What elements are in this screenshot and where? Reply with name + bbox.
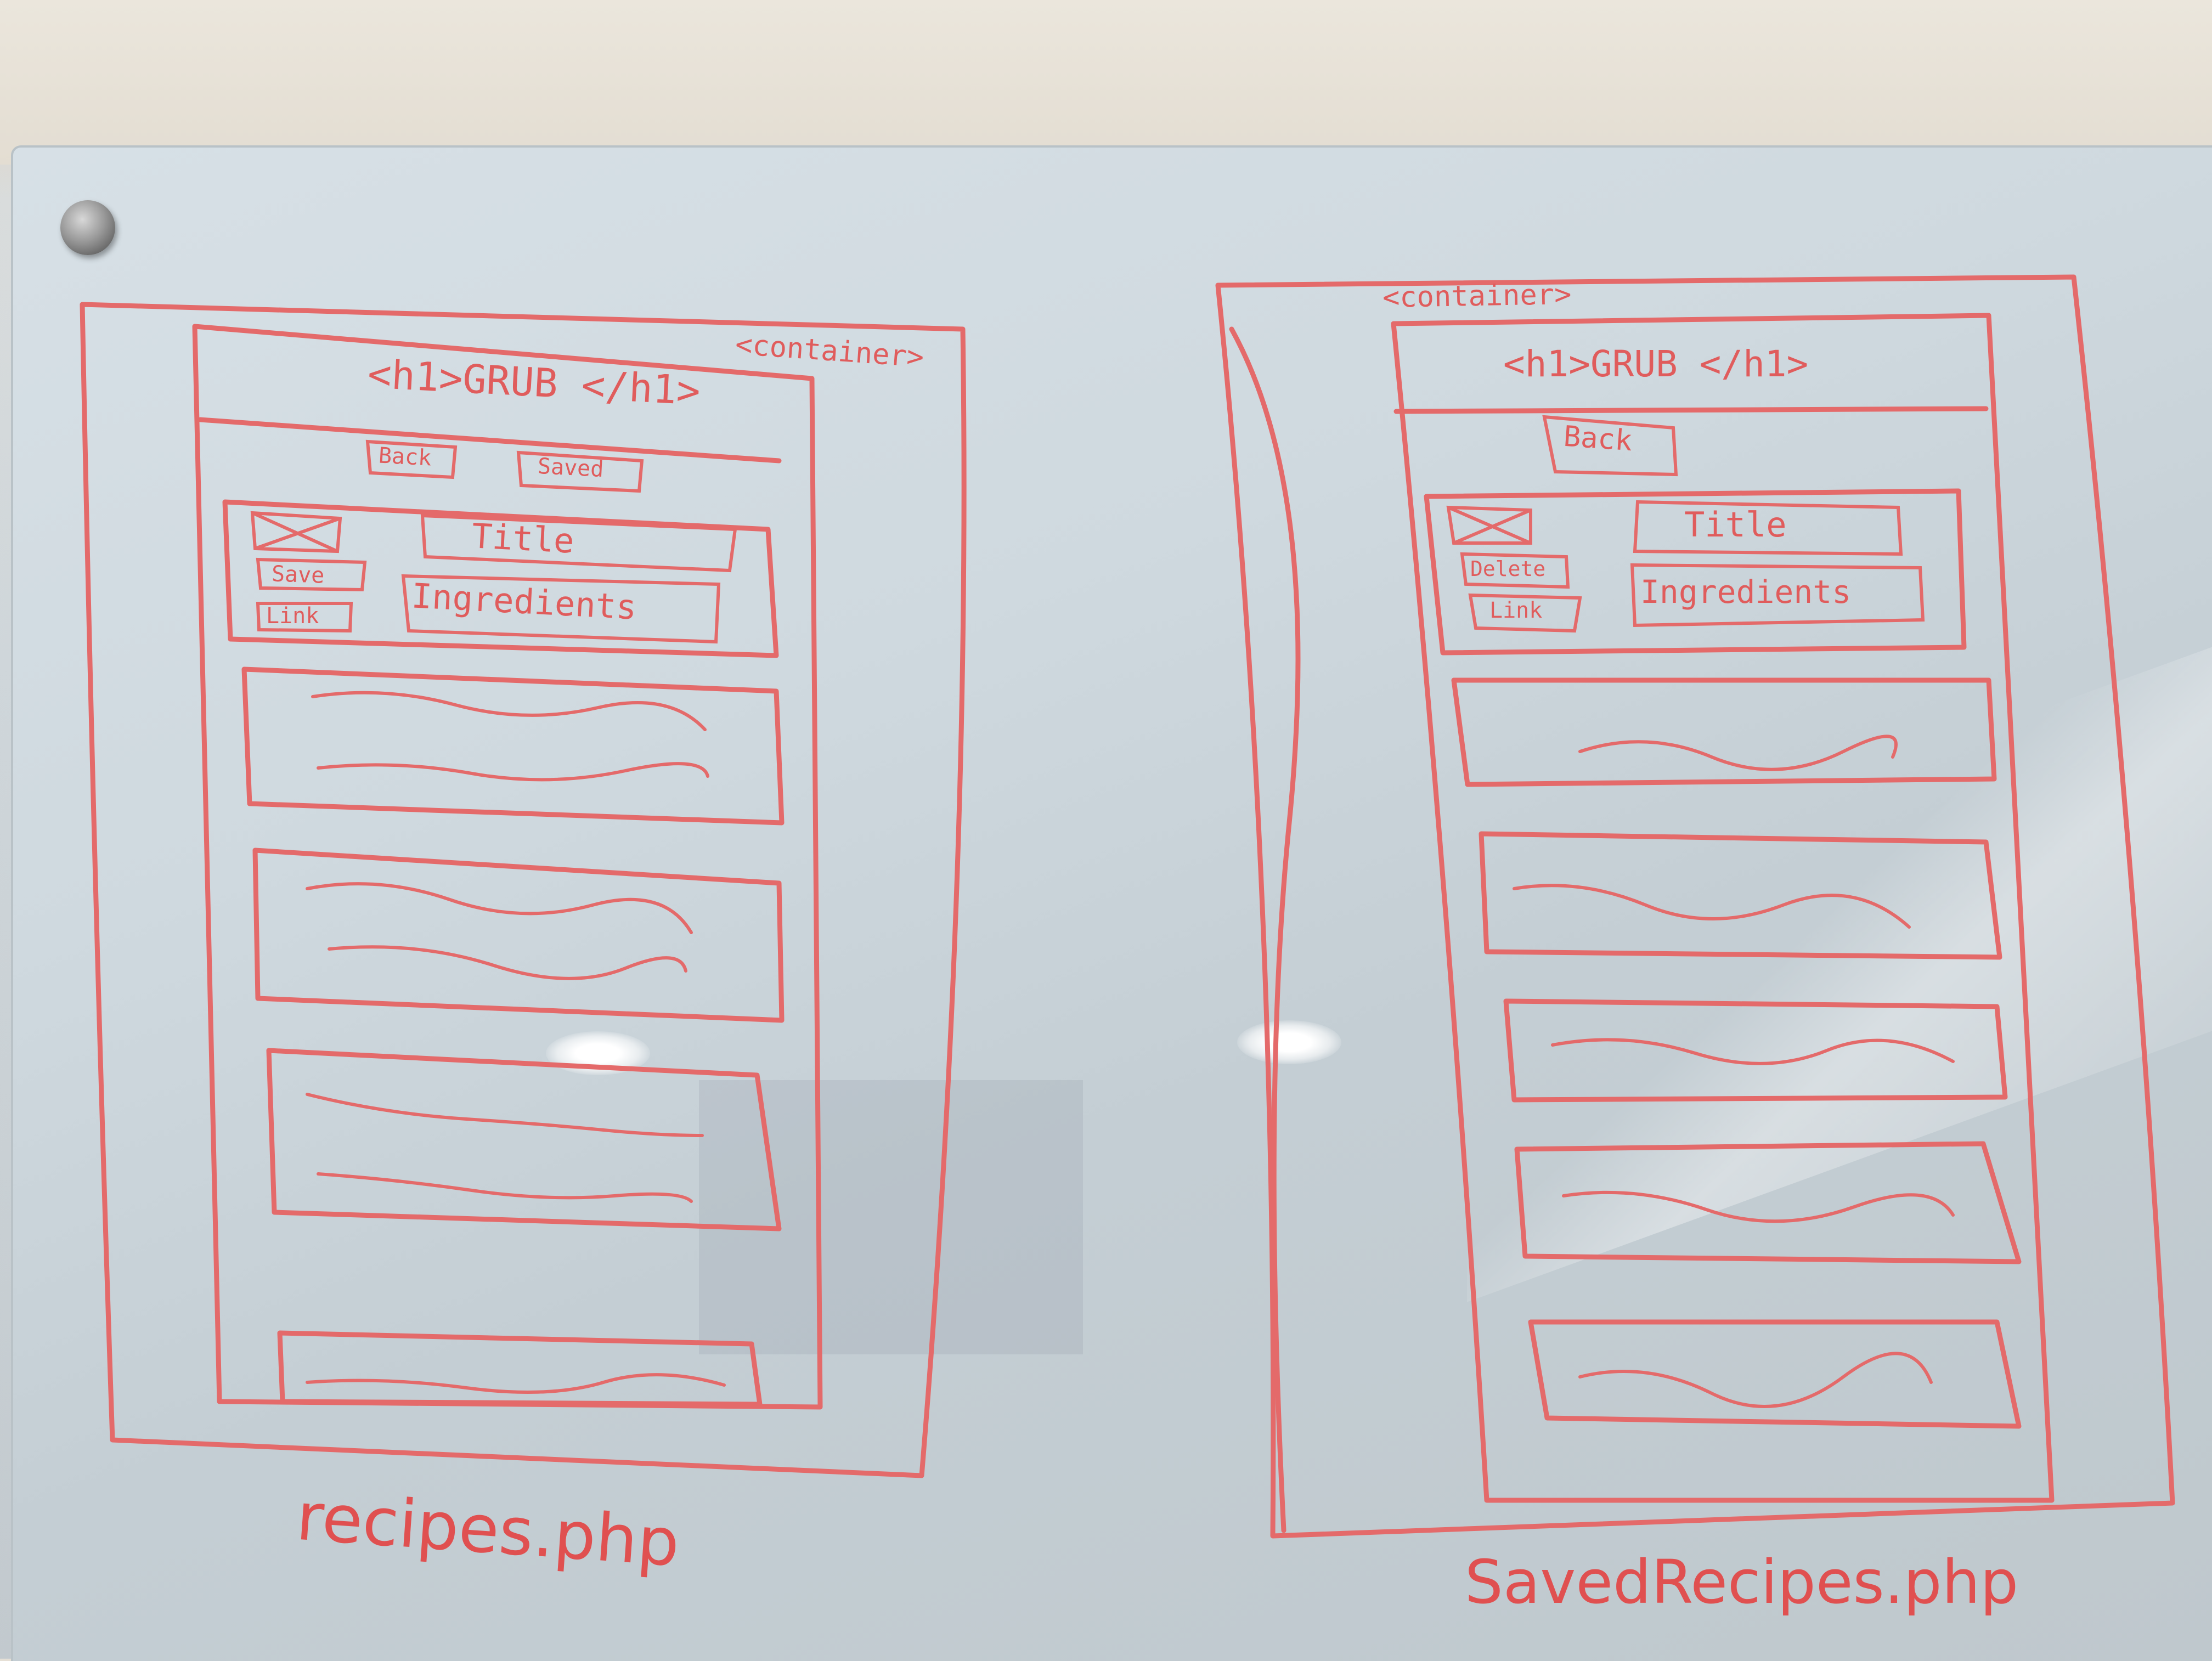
right-heading: <h1>GRUB </h1> xyxy=(1503,343,1809,385)
right-back-button: Back xyxy=(1562,420,1634,458)
left-title-field: Title xyxy=(471,516,575,561)
left-saved-button: Saved xyxy=(537,453,605,483)
right-title-field: Title xyxy=(1684,505,1787,545)
left-save-button: Save xyxy=(271,561,325,589)
right-delete-button: Delete xyxy=(1470,557,1546,581)
right-ingredients-field: Ingredients xyxy=(1640,573,1852,611)
right-page-caption: SavedRecipes.php xyxy=(1465,1547,2019,1617)
right-link-button: Link xyxy=(1489,598,1543,623)
right-wireframe-sketch xyxy=(1215,274,2175,1539)
left-back-button: Back xyxy=(377,443,432,471)
right-container-tag: <container> xyxy=(1382,278,1572,315)
left-link-button: Link xyxy=(266,603,319,629)
